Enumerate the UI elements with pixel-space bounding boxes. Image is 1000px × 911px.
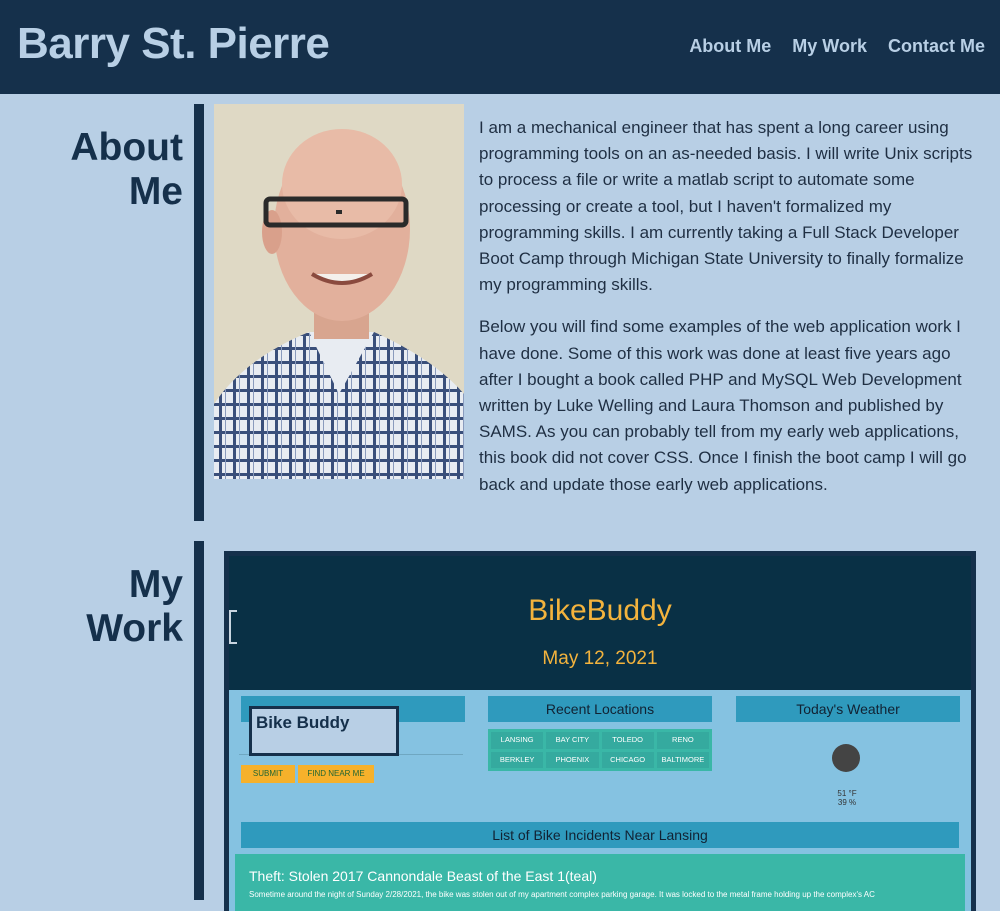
bb-date: May 12, 2021 bbox=[542, 648, 658, 669]
city-button: BALTIMORE bbox=[656, 751, 709, 768]
bb-weather-readout: 51 °F 39 % bbox=[817, 789, 877, 807]
city-button: LANSING bbox=[491, 732, 544, 749]
nav-contact-me[interactable]: Contact Me bbox=[888, 36, 985, 57]
work-divider-bar bbox=[194, 541, 204, 900]
about-text: I am a mechanical engineer that has spen… bbox=[479, 115, 984, 514]
bb-incident-title: Theft: Stolen 2017 Cannondale Beast of t… bbox=[249, 868, 597, 884]
bb-header: BikeBuddy May 12, 2021 bbox=[229, 556, 971, 690]
about-title-line2: Me bbox=[128, 170, 183, 213]
city-button: CHICAGO bbox=[601, 751, 654, 768]
about-paragraph-1: I am a mechanical engineer that has spen… bbox=[479, 118, 973, 295]
main-nav: About Me My Work Contact Me bbox=[689, 36, 985, 57]
site-brand: Barry St. Pierre bbox=[17, 19, 330, 68]
site-header: Barry St. Pierre About Me My Work Contac… bbox=[0, 0, 1000, 94]
city-button: PHOENIX bbox=[546, 751, 599, 768]
profile-photo bbox=[214, 104, 464, 479]
about-divider-bar bbox=[194, 104, 204, 521]
bb-incident-list-head: List of Bike Incidents Near Lansing bbox=[241, 822, 959, 848]
bb-weather-head: Today's Weather bbox=[736, 696, 960, 722]
bb-weather-temp: 51 °F bbox=[837, 789, 857, 798]
bb-incident-text: Sometime around the night of Sunday 2/28… bbox=[249, 890, 875, 899]
bb-submit-button: SUBMIT bbox=[241, 765, 295, 783]
bb-app-title: BikeBuddy bbox=[528, 594, 672, 627]
about-title: About Me bbox=[70, 126, 183, 214]
nav-about-me[interactable]: About Me bbox=[689, 36, 771, 57]
nav-my-work[interactable]: My Work bbox=[792, 36, 867, 57]
weather-icon bbox=[832, 744, 860, 772]
work-title-line1: My bbox=[128, 563, 183, 606]
about-paragraph-2: Below you will find some examples of the… bbox=[479, 317, 967, 494]
project-caption-box[interactable]: Bike Buddy bbox=[249, 706, 399, 756]
city-button: BAY CITY bbox=[546, 732, 599, 749]
bb-find-near-me-button: FIND NEAR ME bbox=[298, 765, 374, 783]
bb-recent-locations-head: Recent Locations bbox=[488, 696, 712, 722]
my-work-title: My Work bbox=[86, 563, 183, 651]
work-title-line2: Work bbox=[86, 607, 183, 650]
about-title-line1: About bbox=[70, 126, 183, 169]
project-caption: Bike Buddy bbox=[256, 713, 350, 732]
city-button: TOLEDO bbox=[601, 732, 654, 749]
bb-city-grid: LANSING BAY CITY TOLEDO RENO BERKLEY PHO… bbox=[488, 729, 712, 771]
bb-weather-humidity: 39 % bbox=[837, 798, 857, 807]
city-button: RENO bbox=[656, 732, 709, 749]
city-button: BERKLEY bbox=[491, 751, 544, 768]
bb-incident-card: Theft: Stolen 2017 Cannondale Beast of t… bbox=[235, 854, 965, 911]
